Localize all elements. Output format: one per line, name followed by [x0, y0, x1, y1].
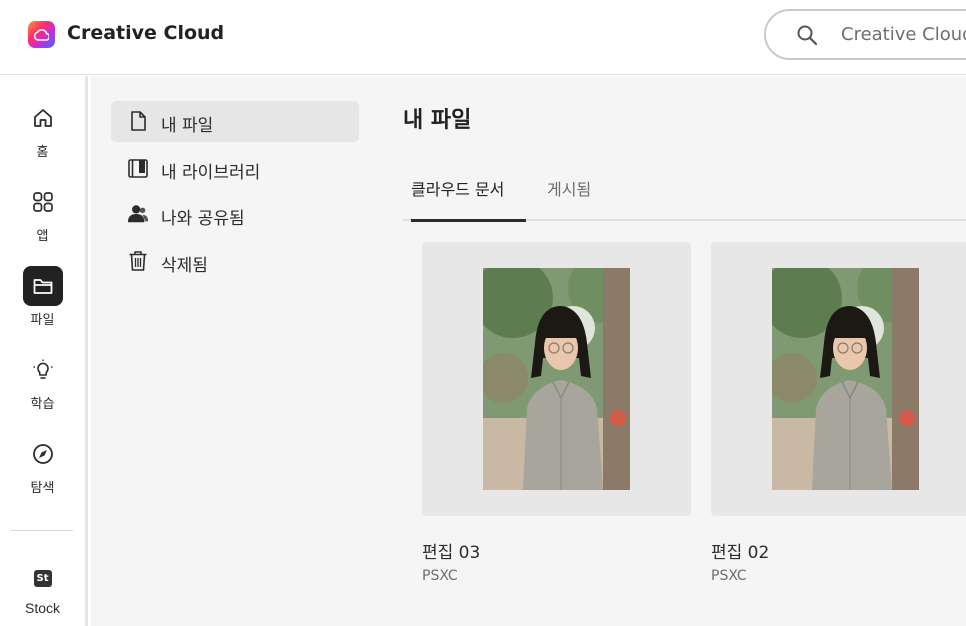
app-header: Creative Cloud Creative Cloud	[0, 0, 966, 75]
file-name[interactable]: 편집 03	[422, 538, 480, 563]
rail-label-apps: 앱	[36, 229, 49, 244]
app-title: Creative Cloud	[67, 22, 225, 44]
sidebar-item-my-library[interactable]: 내 라이브러리	[111, 148, 359, 189]
rail-label-learn: 학습	[30, 397, 55, 412]
rail-item-apps[interactable]: 앱	[0, 182, 85, 244]
sidebar-item-label: 나와 공유됨	[161, 209, 245, 229]
sidebar-item-label: 삭제됨	[161, 256, 208, 276]
home-icon	[23, 98, 63, 138]
tab-cloud-documents[interactable]: 클라우드 문서	[403, 178, 512, 221]
tab-published[interactable]: 게시됨	[539, 178, 599, 221]
search-icon	[797, 25, 818, 46]
rail-label-home: 홈	[36, 145, 49, 160]
file-type: PSXC	[711, 568, 747, 584]
sidebar-item-deleted[interactable]: 삭제됨	[111, 241, 359, 282]
rail-label-stock: Stock	[24, 600, 60, 616]
left-rail: 홈 앱 파일 학습 탐색 St Stock	[0, 76, 88, 626]
sidebar-item-shared-with-me[interactable]: 나와 공유됨	[111, 194, 359, 235]
rail-label-files: 파일	[30, 313, 55, 328]
trash-icon	[129, 251, 147, 271]
stock-icon: St	[33, 570, 52, 587]
files-sidebar: 내 파일 내 라이브러리 나와 공유됨 삭제됨	[91, 76, 381, 626]
file-type: PSXC	[422, 568, 458, 584]
rail-item-files[interactable]: 파일	[0, 266, 85, 328]
file-card[interactable]	[422, 242, 691, 516]
apps-grid-icon	[23, 182, 63, 222]
folder-icon	[22, 266, 63, 306]
rail-label-discover: 탐색	[30, 481, 55, 496]
rail-item-stock[interactable]: St Stock	[0, 570, 85, 616]
lightbulb-icon	[23, 350, 63, 390]
shared-users-icon	[127, 205, 149, 223]
compass-icon	[23, 434, 63, 474]
main-content: 내 파일 클라우드 문서 게시됨 편집 03 PSXC 편집 02 PSXC	[381, 76, 966, 626]
sidebar-item-label: 내 파일	[161, 116, 214, 136]
search-input[interactable]: Creative Cloud	[841, 24, 966, 45]
file-icon	[131, 111, 146, 131]
sidebar-item-label: 내 라이브러리	[161, 163, 261, 183]
rail-item-home[interactable]: 홈	[0, 98, 85, 160]
rail-divider	[11, 530, 73, 531]
creative-cloud-logo-icon[interactable]	[28, 21, 55, 48]
page-title: 내 파일	[403, 108, 472, 133]
rail-item-discover[interactable]: 탐색	[0, 434, 85, 496]
file-name[interactable]: 편집 02	[711, 538, 769, 563]
file-thumbnail	[772, 268, 919, 490]
file-tabs: 클라우드 문서 게시됨	[403, 178, 966, 222]
active-tab-indicator	[411, 219, 526, 222]
file-thumbnail	[483, 268, 630, 490]
rail-item-learn[interactable]: 학습	[0, 350, 85, 412]
sidebar-item-my-files[interactable]: 내 파일	[111, 101, 359, 142]
library-icon	[128, 159, 148, 178]
search-box[interactable]: Creative Cloud	[764, 9, 966, 60]
file-card[interactable]	[711, 242, 966, 516]
